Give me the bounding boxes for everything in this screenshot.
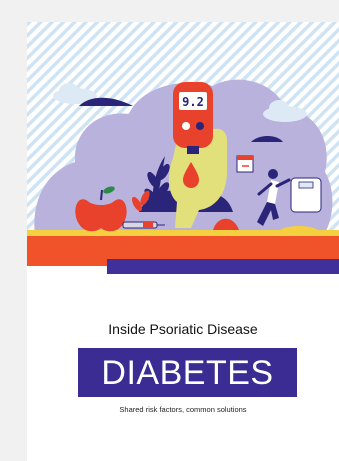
cover-title: DIABETES <box>101 353 274 392</box>
cover-kicker: Inside Psoriatic Disease <box>108 321 258 337</box>
cover-page: 9.2 Inside Psoriatic Disease DIABETES Sh… <box>27 22 339 461</box>
purple-band <box>107 259 339 274</box>
diabetes-illustration: 9.2 <box>27 22 339 238</box>
glucose-meter-icon: 9.2 <box>173 82 213 154</box>
cover-subtitle: Shared risk factors, common solutions <box>119 405 247 414</box>
scale-icon <box>290 177 322 213</box>
calendar-icon <box>236 155 254 173</box>
svg-text:9.2: 9.2 <box>182 95 204 109</box>
title-banner: DIABETES <box>78 348 297 397</box>
